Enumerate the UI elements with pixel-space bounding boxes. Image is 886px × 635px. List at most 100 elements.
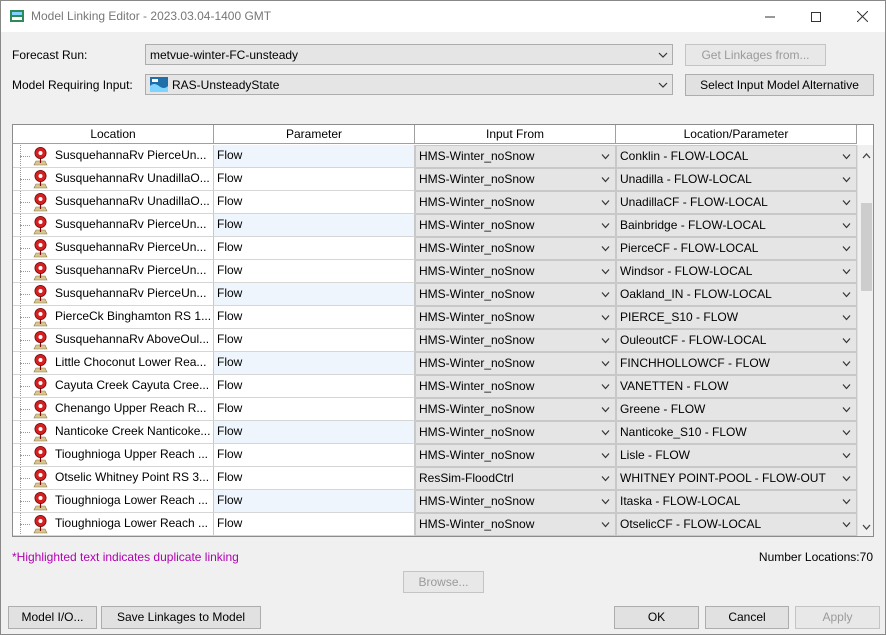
input-from-dropdown[interactable]: HMS-Winter_noSnow <box>415 352 616 375</box>
location-parameter-dropdown[interactable]: Bainbridge - FLOW-LOCAL <box>616 214 857 237</box>
location-parameter-dropdown[interactable]: Itaska - FLOW-LOCAL <box>616 490 857 513</box>
input-from-dropdown[interactable]: HMS-Winter_noSnow <box>415 283 616 306</box>
parameter-cell[interactable]: Flow <box>214 329 415 352</box>
location-parameter-dropdown[interactable]: Oakland_IN - FLOW-LOCAL <box>616 283 857 306</box>
column-header-input-from[interactable]: Input From <box>415 125 616 144</box>
location-cell[interactable]: SusquehannaRv PierceUn... <box>13 237 214 260</box>
input-from-dropdown[interactable]: HMS-Winter_noSnow <box>415 421 616 444</box>
ok-button[interactable]: OK <box>614 606 699 629</box>
table-row[interactable]: SusquehannaRv PierceUn... Flow HMS-Winte… <box>13 214 857 237</box>
location-cell[interactable]: Otselic Whitney Point RS 3... <box>13 467 214 490</box>
input-from-dropdown[interactable]: HMS-Winter_noSnow <box>415 375 616 398</box>
input-from-dropdown[interactable]: HMS-Winter_noSnow <box>415 214 616 237</box>
table-row[interactable]: PierceCk Binghamton RS 1... Flow HMS-Win… <box>13 306 857 329</box>
select-input-model-alternative-button[interactable]: Select Input Model Alternative <box>685 74 874 96</box>
location-cell[interactable]: PierceCk Binghamton RS 1... <box>13 306 214 329</box>
save-linkages-button[interactable]: Save Linkages to Model <box>101 606 261 629</box>
location-parameter-dropdown[interactable]: Conklin - FLOW-LOCAL <box>616 145 857 168</box>
table-row[interactable]: SusquehannaRv AboveOul... Flow HMS-Winte… <box>13 329 857 352</box>
input-from-dropdown[interactable]: HMS-Winter_noSnow <box>415 490 616 513</box>
model-input-select[interactable]: RAS-UnsteadyState <box>145 74 673 95</box>
cancel-button[interactable]: Cancel <box>705 606 789 629</box>
table-row[interactable]: SusquehannaRv UnadillaO... Flow HMS-Wint… <box>13 191 857 214</box>
browse-button[interactable]: Browse... <box>403 571 484 593</box>
location-parameter-dropdown[interactable]: Lisle - FLOW <box>616 444 857 467</box>
input-from-dropdown[interactable]: HMS-Winter_noSnow <box>415 237 616 260</box>
table-row[interactable]: Tioughnioga Lower Reach ... Flow HMS-Win… <box>13 513 857 536</box>
table-row[interactable]: Tioughnioga Upper Reach ... Flow HMS-Win… <box>13 444 857 467</box>
parameter-cell[interactable]: Flow <box>214 398 415 421</box>
table-row[interactable]: Tioughnioga Lower Reach ... Flow HMS-Win… <box>13 490 857 513</box>
location-parameter-dropdown[interactable]: WHITNEY POINT-POOL - FLOW-OUT <box>616 467 857 490</box>
location-parameter-dropdown[interactable]: Unadilla - FLOW-LOCAL <box>616 168 857 191</box>
input-from-dropdown[interactable]: HMS-Winter_noSnow <box>415 260 616 283</box>
location-cell[interactable]: Cayuta Creek Cayuta Cree... <box>13 375 214 398</box>
input-from-dropdown[interactable]: HMS-Winter_noSnow <box>415 329 616 352</box>
input-from-dropdown[interactable]: HMS-Winter_noSnow <box>415 191 616 214</box>
location-cell[interactable]: SusquehannaRv AboveOul... <box>13 329 214 352</box>
location-cell[interactable]: Tioughnioga Lower Reach ... <box>13 513 214 536</box>
parameter-cell[interactable]: Flow <box>214 306 415 329</box>
parameter-cell[interactable]: Flow <box>214 260 415 283</box>
forecast-run-select[interactable]: metvue-winter-FC-unsteady <box>145 44 673 65</box>
apply-button[interactable]: Apply <box>795 606 880 629</box>
parameter-cell[interactable]: Flow <box>214 490 415 513</box>
input-from-dropdown[interactable]: ResSim-FloodCtrl <box>415 467 616 490</box>
input-from-dropdown[interactable]: HMS-Winter_noSnow <box>415 168 616 191</box>
parameter-cell[interactable]: Flow <box>214 444 415 467</box>
close-button[interactable] <box>839 1 885 32</box>
parameter-cell[interactable]: Flow <box>214 145 415 168</box>
table-row[interactable]: SusquehannaRv UnadillaO... Flow HMS-Wint… <box>13 168 857 191</box>
location-cell[interactable]: SusquehannaRv UnadillaO... <box>13 168 214 191</box>
location-parameter-dropdown[interactable]: OuleoutCF - FLOW-LOCAL <box>616 329 857 352</box>
parameter-cell[interactable]: Flow <box>214 421 415 444</box>
location-cell[interactable]: SusquehannaRv PierceUn... <box>13 283 214 306</box>
table-row[interactable]: SusquehannaRv PierceUn... Flow HMS-Winte… <box>13 260 857 283</box>
table-row[interactable]: Chenango Upper Reach R... Flow HMS-Winte… <box>13 398 857 421</box>
scroll-up-icon[interactable] <box>862 153 871 159</box>
location-parameter-dropdown[interactable]: Nanticoke_S10 - FLOW <box>616 421 857 444</box>
parameter-cell[interactable]: Flow <box>214 237 415 260</box>
location-cell[interactable]: Tioughnioga Upper Reach ... <box>13 444 214 467</box>
table-row[interactable]: SusquehannaRv PierceUn... Flow HMS-Winte… <box>13 145 857 168</box>
input-from-dropdown[interactable]: HMS-Winter_noSnow <box>415 145 616 168</box>
location-cell[interactable]: Tioughnioga Lower Reach ... <box>13 490 214 513</box>
location-parameter-dropdown[interactable]: FINCHHOLLOWCF - FLOW <box>616 352 857 375</box>
parameter-cell[interactable]: Flow <box>214 283 415 306</box>
column-header-location[interactable]: Location <box>13 125 214 144</box>
location-parameter-dropdown[interactable]: PierceCF - FLOW-LOCAL <box>616 237 857 260</box>
scroll-down-icon[interactable] <box>862 524 871 530</box>
model-io-button[interactable]: Model I/O... <box>8 606 97 629</box>
location-parameter-dropdown[interactable]: PIERCE_S10 - FLOW <box>616 306 857 329</box>
get-linkages-button[interactable]: Get Linkages from... <box>685 44 826 66</box>
location-cell[interactable]: SusquehannaRv PierceUn... <box>13 145 214 168</box>
table-vertical-scrollbar[interactable] <box>857 145 873 536</box>
table-row[interactable]: Otselic Whitney Point RS 3... Flow ResSi… <box>13 467 857 490</box>
table-row[interactable]: SusquehannaRv PierceUn... Flow HMS-Winte… <box>13 237 857 260</box>
location-cell[interactable]: SusquehannaRv PierceUn... <box>13 260 214 283</box>
column-header-parameter[interactable]: Parameter <box>214 125 415 144</box>
location-parameter-dropdown[interactable]: Greene - FLOW <box>616 398 857 421</box>
location-parameter-dropdown[interactable]: VANETTEN - FLOW <box>616 375 857 398</box>
location-parameter-dropdown[interactable]: Windsor - FLOW-LOCAL <box>616 260 857 283</box>
location-parameter-dropdown[interactable]: OtselicCF - FLOW-LOCAL <box>616 513 857 536</box>
location-cell[interactable]: SusquehannaRv PierceUn... <box>13 214 214 237</box>
scrollbar-thumb[interactable] <box>861 203 872 291</box>
parameter-cell[interactable]: Flow <box>214 467 415 490</box>
parameter-cell[interactable]: Flow <box>214 191 415 214</box>
location-cell[interactable]: Chenango Upper Reach R... <box>13 398 214 421</box>
table-row[interactable]: SusquehannaRv PierceUn... Flow HMS-Winte… <box>13 283 857 306</box>
table-row[interactable]: Nanticoke Creek Nanticoke... Flow HMS-Wi… <box>13 421 857 444</box>
parameter-cell[interactable]: Flow <box>214 352 415 375</box>
location-parameter-dropdown[interactable]: UnadillaCF - FLOW-LOCAL <box>616 191 857 214</box>
location-cell[interactable]: Nanticoke Creek Nanticoke... <box>13 421 214 444</box>
maximize-button[interactable] <box>793 1 839 32</box>
minimize-button[interactable] <box>747 1 793 32</box>
parameter-cell[interactable]: Flow <box>214 513 415 536</box>
parameter-cell[interactable]: Flow <box>214 375 415 398</box>
table-row[interactable]: Little Choconut Lower Rea... Flow HMS-Wi… <box>13 352 857 375</box>
parameter-cell[interactable]: Flow <box>214 214 415 237</box>
input-from-dropdown[interactable]: HMS-Winter_noSnow <box>415 306 616 329</box>
location-cell[interactable]: Little Choconut Lower Rea... <box>13 352 214 375</box>
input-from-dropdown[interactable]: HMS-Winter_noSnow <box>415 513 616 536</box>
